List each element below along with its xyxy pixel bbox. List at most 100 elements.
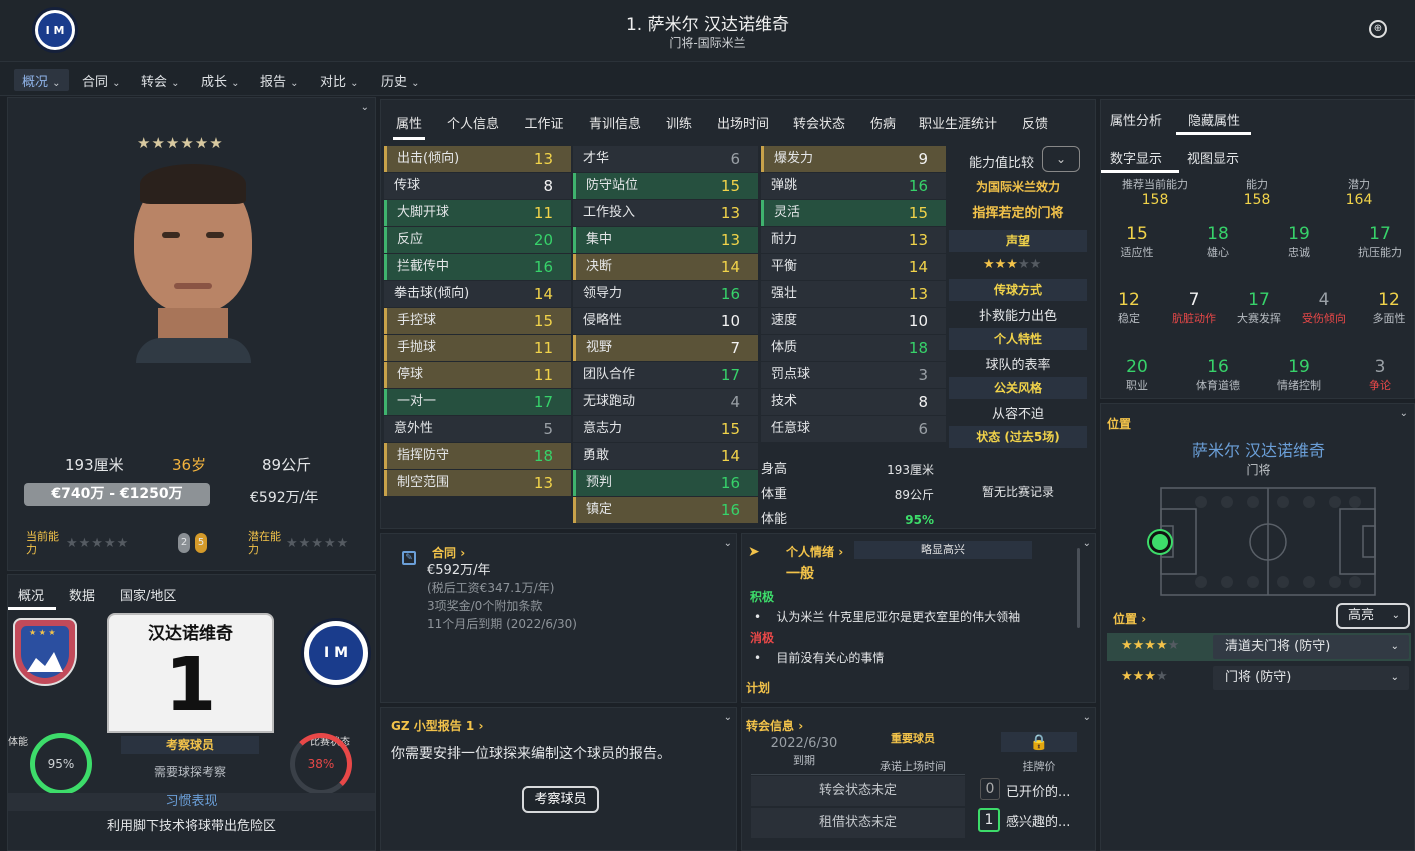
hidden-attribute[interactable]: 7 肮脏动作 (1166, 290, 1222, 326)
attribute-row[interactable]: 出击(倾向) 13 (384, 146, 571, 172)
tab-nation[interactable]: 国家/地区 (120, 585, 176, 604)
hidden-attribute[interactable]: 17 大赛发挥 (1231, 290, 1287, 326)
nav-history[interactable]: 历史 ⌄ (373, 69, 428, 91)
attribute-row[interactable]: 弹跳 16 (761, 173, 946, 199)
mood-link[interactable]: 个人情绪 › (786, 543, 843, 560)
chevron-down-icon[interactable]: ⌄ (724, 712, 732, 723)
nav-compare[interactable]: 对比 ⌄ (312, 69, 367, 91)
attribute-row[interactable]: 无球跑动 4 (573, 389, 758, 415)
scout-player-label[interactable]: 考察球员 (121, 736, 259, 754)
tab-overview[interactable]: 概况 (18, 585, 44, 604)
role-row-1[interactable]: ★★★★★ 清道夫门将 (防守) ⌄ (1107, 633, 1411, 661)
attribute-row[interactable]: 灵活 15 (761, 200, 946, 226)
hidden-attribute[interactable]: 潜力 164 (1317, 176, 1401, 208)
nav-transfer[interactable]: 转会 ⌄ (133, 69, 188, 91)
tab-injuries[interactable]: 伤病 (868, 110, 898, 140)
nav-reports[interactable]: 报告 ⌄ (252, 69, 307, 91)
tab-visual[interactable]: 视图显示 (1187, 148, 1239, 167)
attribute-row[interactable]: 反应 20 (384, 227, 571, 253)
transfer-link[interactable]: 转会信息 › (746, 717, 803, 734)
hidden-attribute[interactable]: 能力 158 (1215, 176, 1299, 208)
hidden-attribute[interactable]: 12 稳定 (1101, 290, 1157, 326)
nav-overview[interactable]: 概况 ⌄ (14, 69, 69, 91)
scout-player-button[interactable]: 考察球员 (522, 786, 599, 813)
hidden-attribute[interactable]: 推荐当前能力 158 (1113, 176, 1197, 208)
globe-icon[interactable]: ⊕ (1369, 20, 1387, 38)
hidden-attribute[interactable]: 18 雄心 (1182, 224, 1254, 260)
tab-playing-time[interactable]: 出场时间 (714, 110, 772, 140)
role-2-select[interactable]: 门将 (防守) ⌄ (1213, 666, 1409, 690)
hidden-attribute[interactable]: 12 多面性 (1361, 290, 1415, 326)
hidden-attribute[interactable]: 3 争论 (1344, 357, 1415, 393)
hidden-attribute[interactable]: 19 情绪控制 (1263, 357, 1335, 393)
tab-transfer-status[interactable]: 转会状态 (790, 110, 848, 140)
offers-label[interactable]: 已开价的... (1006, 781, 1070, 800)
tab-youth[interactable]: 青训信息 (586, 110, 644, 140)
attribute-row[interactable]: 集中 13 (573, 227, 758, 253)
position-link[interactable]: 位置 › (1113, 610, 1146, 627)
attribute-row[interactable]: 速度 10 (761, 308, 946, 334)
interest-label[interactable]: 感兴趣的... (1006, 811, 1070, 830)
attribute-row[interactable]: 预判 16 (573, 470, 758, 496)
attribute-row[interactable]: 工作投入 13 (573, 200, 758, 226)
attribute-row[interactable]: 意志力 15 (573, 416, 758, 442)
chevron-down-icon[interactable]: ⌄ (361, 102, 369, 113)
hidden-attribute[interactable]: 17 抗压能力 (1344, 224, 1415, 260)
chevron-down-icon[interactable]: ⌄ (1083, 538, 1091, 549)
scrollbar[interactable] (1077, 548, 1080, 628)
hidden-attribute[interactable]: 4 受伤倾向 (1296, 290, 1352, 326)
attribute-row[interactable]: 强壮 13 (761, 281, 946, 307)
attribute-row[interactable]: 视野 7 (573, 335, 758, 361)
chevron-down-icon[interactable]: ⌄ (1400, 408, 1408, 419)
report-link[interactable]: GZ 小型报告 1 › (391, 717, 483, 734)
attribute-row[interactable]: 决断 14 (573, 254, 758, 280)
hidden-attribute[interactable]: 19 忠诚 (1263, 224, 1335, 260)
role-row-2[interactable]: ★★★★ 门将 (防守) ⌄ (1107, 664, 1411, 692)
attribute-row[interactable]: 拦截传中 16 (384, 254, 571, 280)
hidden-attribute[interactable]: 16 体育道德 (1182, 357, 1254, 393)
attribute-row[interactable]: 平衡 14 (761, 254, 946, 280)
attribute-row[interactable]: 任意球 6 (761, 416, 946, 442)
attribute-row[interactable]: 防守站位 15 (573, 173, 758, 199)
attribute-row[interactable]: 制空范围 13 (384, 470, 571, 496)
nav-development[interactable]: 成长 ⌄ (193, 69, 248, 91)
attribute-row[interactable]: 侵略性 10 (573, 308, 758, 334)
tab-training[interactable]: 训练 (664, 110, 694, 140)
attribute-row[interactable]: 手抛球 11 (384, 335, 571, 361)
attribute-row[interactable]: 拳击球(倾向) 14 (384, 281, 571, 307)
tab-feedback[interactable]: 反馈 (1020, 110, 1050, 140)
hidden-attribute[interactable]: 15 适应性 (1101, 224, 1173, 260)
attribute-row[interactable]: 罚点球 3 (761, 362, 946, 388)
role-1-select[interactable]: 清道夫门将 (防守) ⌄ (1213, 635, 1409, 659)
lock-icon[interactable]: 🔒 (1001, 732, 1077, 752)
attribute-row[interactable]: 团队合作 17 (573, 362, 758, 388)
club-crest[interactable]: I M (301, 618, 371, 688)
attribute-row[interactable]: 技术 8 (761, 389, 946, 415)
chevron-down-icon[interactable]: ⌄ (1083, 712, 1091, 723)
attribute-row[interactable]: 体质 18 (761, 335, 946, 361)
tab-attributes[interactable]: 属性 (393, 110, 425, 140)
tab-numeric[interactable]: 数字显示 (1110, 148, 1162, 167)
hidden-attribute[interactable]: 20 职业 (1101, 357, 1173, 393)
attribute-row[interactable]: 停球 11 (384, 362, 571, 388)
tab-workpermit[interactable]: 工作证 (522, 110, 566, 140)
goalkeeper-position-marker[interactable] (1149, 531, 1171, 553)
attribute-row[interactable]: 传球 8 (384, 173, 571, 199)
attribute-row[interactable]: 领导力 16 (573, 281, 758, 307)
attribute-row[interactable]: 意外性 5 (384, 416, 571, 442)
nation-crest[interactable]: ★ ★ ★ (13, 618, 77, 686)
attribute-row[interactable]: 爆发力 9 (761, 146, 946, 172)
attribute-row[interactable]: 指挥防守 18 (384, 443, 571, 469)
attribute-row[interactable]: 才华 6 (573, 146, 758, 172)
tab-stats[interactable]: 数据 (69, 585, 95, 604)
attribute-row[interactable]: 一对一 17 (384, 389, 571, 415)
attribute-row[interactable]: 耐力 13 (761, 227, 946, 253)
tab-personal[interactable]: 个人信息 (445, 110, 501, 140)
attribute-row[interactable]: 镇定 16 (573, 497, 758, 523)
chevron-down-icon[interactable]: ⌄ (724, 538, 732, 549)
tab-hidden-attrs[interactable]: 隐藏属性 (1188, 110, 1240, 129)
tab-career-stats[interactable]: 职业生涯统计 (918, 110, 998, 140)
attribute-row[interactable]: 手控球 15 (384, 308, 571, 334)
habit-title[interactable]: 习惯表现 (8, 793, 375, 811)
attribute-row[interactable]: 大脚开球 11 (384, 200, 571, 226)
